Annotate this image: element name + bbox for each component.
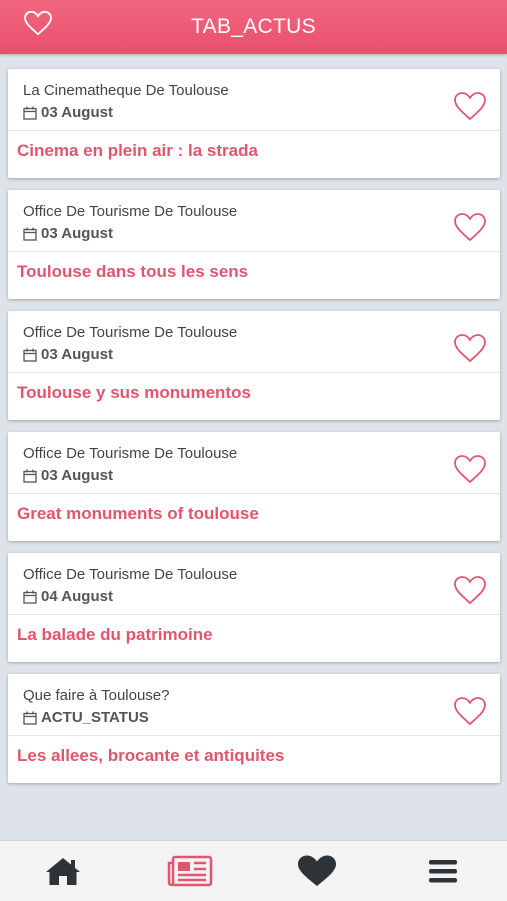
home-icon (46, 858, 80, 885)
calendar-icon (23, 106, 37, 120)
card-divider (8, 372, 500, 373)
news-title[interactable]: La balade du patrimoine (17, 625, 213, 645)
tab-home[interactable] (40, 853, 86, 889)
news-card[interactable]: Office De Tourisme De Toulouse 03 August… (8, 432, 500, 541)
bottom-tab-bar (0, 840, 507, 901)
favorite-heart-icon[interactable] (453, 454, 487, 484)
app-header: TAB_ACTUS (0, 0, 507, 54)
calendar-icon (23, 711, 37, 725)
favorite-heart-icon[interactable] (453, 696, 487, 726)
news-source: Office De Tourisme De Toulouse (23, 324, 238, 341)
news-date: 03 August (41, 225, 113, 242)
news-date: ACTU_STATUS (41, 709, 149, 726)
favorite-heart-icon[interactable] (453, 333, 487, 363)
tab-menu[interactable] (420, 853, 466, 889)
newspaper-icon (167, 855, 213, 887)
calendar-icon (23, 348, 37, 362)
news-date: 03 August (41, 346, 113, 363)
news-title[interactable]: Toulouse y sus monumentos (17, 383, 251, 403)
news-date-row: 03 August (23, 104, 113, 121)
heart-icon (298, 855, 336, 886)
news-date: 03 August (41, 104, 113, 121)
news-source: Office De Tourisme De Toulouse (23, 566, 238, 583)
calendar-icon (23, 590, 37, 604)
news-card[interactable]: Office De Tourisme De Toulouse 04 August… (8, 553, 500, 662)
news-title[interactable]: Cinema en plein air : la strada (17, 141, 258, 161)
card-divider (8, 251, 500, 252)
news-date-row: ACTU_STATUS (23, 709, 149, 726)
news-title[interactable]: Great monuments of toulouse (17, 504, 259, 524)
news-card[interactable]: Office De Tourisme De Toulouse 03 August… (8, 311, 500, 420)
menu-icon (429, 860, 457, 883)
news-title[interactable]: Les allees, brocante et antiquites (17, 746, 284, 766)
card-divider (8, 614, 500, 615)
news-date: 03 August (41, 467, 113, 484)
favorite-heart-icon[interactable] (453, 575, 487, 605)
news-source: Office De Tourisme De Toulouse (23, 445, 238, 462)
card-divider (8, 735, 500, 736)
tab-favorites[interactable] (294, 853, 340, 889)
news-list: La Cinematheque De Toulouse 03 August Ci… (8, 69, 500, 795)
favorite-heart-icon[interactable] (453, 212, 487, 242)
news-date-row: 04 August (23, 588, 113, 605)
card-divider (8, 493, 500, 494)
page-title: TAB_ACTUS (191, 15, 316, 38)
news-card[interactable]: Que faire à Toulouse? ACTU_STATUS Les al… (8, 674, 500, 783)
calendar-icon (23, 469, 37, 483)
tab-news[interactable] (167, 853, 213, 889)
calendar-icon (23, 227, 37, 241)
news-card[interactable]: Office De Tourisme De Toulouse 03 August… (8, 190, 500, 299)
news-date-row: 03 August (23, 225, 113, 242)
news-source: Office De Tourisme De Toulouse (23, 203, 238, 220)
news-source: Que faire à Toulouse? (23, 687, 170, 704)
news-date-row: 03 August (23, 346, 113, 363)
news-date: 04 August (41, 588, 113, 605)
favorite-heart-icon[interactable] (453, 91, 487, 121)
card-divider (8, 130, 500, 131)
news-source: La Cinematheque De Toulouse (23, 82, 229, 99)
news-title[interactable]: Toulouse dans tous les sens (17, 262, 248, 282)
news-card[interactable]: La Cinematheque De Toulouse 03 August Ci… (8, 69, 500, 178)
news-date-row: 03 August (23, 467, 113, 484)
